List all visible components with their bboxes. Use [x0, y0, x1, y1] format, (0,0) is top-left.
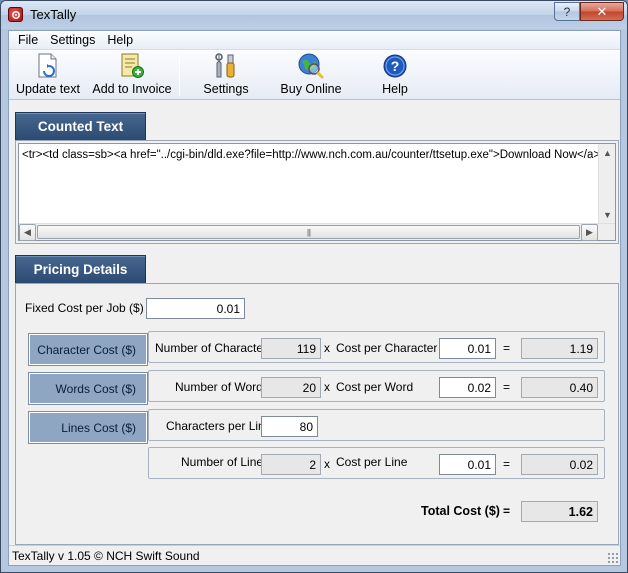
update-text-label: Update text: [16, 82, 80, 96]
lines-equals: =: [503, 457, 511, 471]
number-of-lines-label: Number of Lines: [181, 455, 270, 469]
lines-cost-button[interactable]: Lines Cost ($): [28, 411, 148, 444]
vertical-scrollbar[interactable]: ▲ ▼: [598, 144, 615, 223]
update-document-icon: [12, 51, 84, 81]
number-of-words-label: Number of Words: [175, 380, 269, 394]
help-button[interactable]: ? Help: [369, 51, 421, 98]
settings-button[interactable]: Settings: [197, 51, 255, 98]
invoice-add-icon: [89, 51, 175, 81]
cost-per-character-label: Cost per Character: [336, 341, 438, 355]
client-area: File Settings Help Update text Add to In…: [8, 30, 621, 566]
settings-label: Settings: [203, 82, 249, 96]
status-bar: TexTally v 1.05 © NCH Swift Sound: [9, 545, 620, 565]
lines-times: x: [324, 457, 330, 471]
pricing-details-heading: Pricing Details: [15, 255, 146, 283]
characters-equals: =: [503, 341, 511, 355]
menu-file[interactable]: File: [12, 33, 44, 47]
total-equals: =: [503, 504, 511, 518]
help-label: Help: [382, 82, 408, 96]
characters-total-value: 1.19: [521, 338, 598, 359]
characters-per-line-label: Characters per Line: [166, 419, 272, 433]
cost-per-character-input[interactable]: 0.01: [439, 338, 496, 359]
words-equals: =: [503, 380, 511, 394]
buy-online-button[interactable]: Buy Online: [274, 51, 348, 98]
app-window: TexTally ? ✕ File Settings Help Update t…: [0, 0, 628, 573]
words-cost-button[interactable]: Words Cost ($): [28, 372, 148, 405]
cost-per-line-input[interactable]: 0.01: [439, 454, 496, 475]
number-of-lines-value: 2: [261, 454, 321, 475]
globe-search-icon: [274, 51, 348, 81]
counted-text-area[interactable]: <tr><td class=sb><a href="../cgi-bin/dld…: [18, 143, 616, 241]
fixed-cost-input[interactable]: 0.01: [146, 298, 245, 319]
close-window-button[interactable]: ✕: [580, 2, 624, 21]
toolbar-separator: [179, 54, 180, 96]
words-times: x: [324, 380, 330, 394]
character-cost-button[interactable]: Character Cost ($): [28, 333, 148, 366]
lines-total-value: 0.02: [521, 454, 598, 475]
scroll-left-icon[interactable]: ◀: [19, 224, 36, 241]
horizontal-scroll-thumb[interactable]: |||: [37, 225, 580, 239]
add-to-invoice-button[interactable]: Add to Invoice: [89, 51, 175, 98]
fixed-cost-label: Fixed Cost per Job ($): [25, 301, 144, 315]
horizontal-scrollbar[interactable]: ◀ ||| ▶: [19, 223, 615, 241]
counted-text-heading: Counted Text: [15, 112, 146, 140]
tools-icon: [197, 51, 255, 81]
number-of-characters-value: 119: [261, 338, 321, 359]
counted-text-content: <tr><td class=sb><a href="../cgi-bin/dld…: [22, 149, 600, 161]
help-icon: ?: [369, 51, 421, 81]
update-text-button[interactable]: Update text: [12, 51, 84, 98]
menu-help[interactable]: Help: [101, 33, 139, 47]
resize-grip-icon[interactable]: [607, 552, 618, 563]
help-window-button[interactable]: ?: [554, 2, 580, 21]
buy-online-label: Buy Online: [280, 82, 342, 96]
counted-text-panel: <tr><td class=sb><a href="../cgi-bin/dld…: [15, 140, 619, 244]
number-of-words-value: 20: [261, 377, 321, 398]
cost-per-word-input[interactable]: 0.02: [439, 377, 496, 398]
app-logo-icon: [8, 7, 23, 22]
svg-text:?: ?: [391, 58, 400, 74]
number-of-characters-label: Number of Characters: [155, 341, 274, 355]
toolbar: Update text Add to Invoice Settings Buy …: [9, 50, 620, 100]
menu-settings[interactable]: Settings: [44, 33, 101, 47]
total-cost-value: 1.62: [521, 501, 598, 522]
scroll-right-icon[interactable]: ▶: [581, 224, 598, 241]
characters-times: x: [324, 341, 330, 355]
total-cost-label: Total Cost ($): [421, 504, 500, 518]
menu-bar: File Settings Help: [9, 31, 620, 50]
scroll-up-icon[interactable]: ▲: [599, 144, 616, 161]
words-total-value: 0.40: [521, 377, 598, 398]
scroll-down-icon[interactable]: ▼: [599, 206, 616, 223]
characters-per-line-input[interactable]: 80: [261, 416, 318, 437]
cost-per-word-label: Cost per Word: [336, 380, 414, 394]
title-bar[interactable]: TexTally ? ✕: [1, 1, 627, 29]
pricing-panel: Fixed Cost per Job ($) 0.01 Character Co…: [15, 283, 619, 545]
window-title: TexTally: [30, 7, 77, 22]
add-to-invoice-label: Add to Invoice: [92, 82, 172, 96]
cost-per-line-label: Cost per Line: [336, 455, 408, 469]
status-text: TexTally v 1.05 © NCH Swift Sound: [12, 549, 200, 563]
